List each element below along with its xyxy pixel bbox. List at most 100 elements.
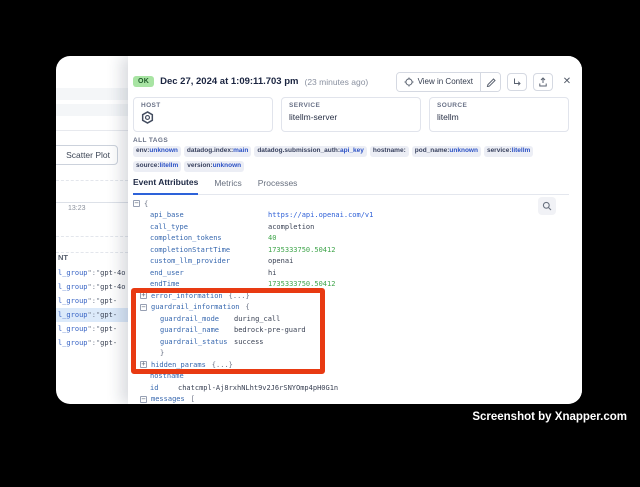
attribute-key[interactable]: end_user <box>150 269 262 277</box>
event-list-item[interactable]: l_group":"gpt- <box>56 308 128 322</box>
time-axis-tick: 13:23 <box>68 205 86 212</box>
attribute-row: −{ <box>133 198 554 210</box>
event-separator: ":" <box>88 269 101 277</box>
attribute-row: end_userhi <box>133 267 554 279</box>
toggle-minus-icon[interactable]: − <box>133 200 140 207</box>
panel-header: OK Dec 27, 2024 at 1:09:11.703 pm (23 mi… <box>133 72 575 91</box>
attribute-key[interactable]: guardrail_name <box>160 326 228 334</box>
event-value: gpt- <box>100 339 117 347</box>
attribute-key[interactable]: id <box>150 384 172 392</box>
tag-key: pod_name: <box>415 147 450 154</box>
attribute-value: 40 <box>268 234 276 242</box>
tag-value: main <box>233 147 248 154</box>
attribute-key[interactable]: completionStartTime <box>150 246 262 254</box>
attribute-key[interactable]: hostname <box>150 372 184 380</box>
event-value: gpt- <box>100 325 117 333</box>
attribute-row: } <box>133 348 554 360</box>
tag-list: env:unknowndatadog.index:maindatadog.sub… <box>133 146 576 172</box>
tag-value: unknown <box>449 147 478 154</box>
attribute-key[interactable]: hidden_params <box>151 361 206 369</box>
event-key: l_group <box>58 311 88 319</box>
pencil-icon <box>486 77 496 87</box>
attribute-row: −guardrail_information{ <box>133 302 554 314</box>
scatter-plot-button[interactable]: Scatter Plot <box>56 145 118 165</box>
tab-processes[interactable]: Processes <box>258 178 298 194</box>
view-in-context-label: View in Context <box>418 77 473 86</box>
app-window: Scatter Plot 13:23 NT l_group":"gpt-4ol_… <box>56 56 582 404</box>
tag-pill[interactable]: source:litellm <box>133 161 181 172</box>
attribute-row: +hidden_params{...} <box>133 359 554 371</box>
source-label: SOURCE <box>437 102 561 109</box>
service-label: SERVICE <box>289 102 413 109</box>
attribute-value: {...} <box>229 292 250 300</box>
attribute-row: endTime 1735333750.50412 <box>133 279 554 291</box>
tab-event-attributes[interactable]: Event Attributes <box>133 177 198 195</box>
toggle-plus-icon[interactable]: + <box>140 361 147 368</box>
tag-pill[interactable]: version:unknown <box>184 161 244 172</box>
attribute-key[interactable]: api_base <box>150 211 262 219</box>
events-column-header: NT <box>58 253 70 262</box>
attribute-row: idchatcmpl-Aj8rxhNLht9v2J6rSNYOmp4pH0G1n <box>133 382 554 394</box>
attribute-key[interactable]: guardrail_information <box>151 303 240 311</box>
attribute-key[interactable]: messages <box>151 395 185 403</box>
event-value: gpt-4o <box>100 269 125 277</box>
tab-metrics[interactable]: Metrics <box>214 178 241 194</box>
toggle-minus-icon[interactable]: − <box>140 396 147 403</box>
attribute-row: + error_information {...} <box>133 290 554 302</box>
tag-pill[interactable]: pod_name:unknown <box>412 146 481 157</box>
attribute-key[interactable]: completion_tokens <box>150 234 262 242</box>
event-value: gpt-4o <box>100 283 125 291</box>
attribute-key[interactable]: custom_llm_provider <box>150 257 262 265</box>
export-icon <box>538 77 548 87</box>
attribute-row: guardrail_modeduring_call <box>133 313 554 325</box>
attribute-row: completion_tokens 40 <box>133 233 554 245</box>
attribute-value[interactable]: https://api.openai.com/v1 <box>268 211 373 219</box>
attribute-key[interactable]: guardrail_mode <box>160 315 228 323</box>
event-separator: ":" <box>88 339 101 347</box>
event-value: gpt- <box>100 297 117 305</box>
service-value: litellm-server <box>289 112 413 122</box>
tag-pill[interactable]: datadog.index:main <box>184 146 251 157</box>
attribute-value: 1735333750.50412 <box>268 246 335 254</box>
event-list-item[interactable]: l_group":"gpt-4o <box>56 280 128 294</box>
attribute-value: { <box>144 200 148 208</box>
tag-value: unknown <box>149 147 178 154</box>
export-button[interactable] <box>533 73 553 91</box>
event-list: l_group":"gpt-4ol_group":"gpt-4ol_group"… <box>56 266 128 350</box>
attribute-value: acompletion <box>268 223 314 231</box>
attribute-row: guardrail_statussuccess <box>133 336 554 348</box>
gridline <box>56 180 128 181</box>
tag-value: api_key <box>340 147 364 154</box>
event-key: l_group <box>58 269 88 277</box>
event-list-item[interactable]: l_group":"gpt-4o <box>56 266 128 280</box>
tag-pill[interactable]: datadog.submission_auth:api_key <box>254 146 367 157</box>
host-hexagon-icon <box>141 111 265 124</box>
close-icon[interactable]: ✕ <box>559 76 575 87</box>
time-ago: (23 minutes ago) <box>304 77 368 87</box>
attribute-value: 1735333750.50412 <box>268 280 335 288</box>
event-timestamp: Dec 27, 2024 at 1:09:11.703 pm <box>160 76 298 87</box>
attribute-row: custom_llm_provideropenai <box>133 256 554 268</box>
attribute-key[interactable]: guardrail_status <box>160 338 228 346</box>
view-in-context-button[interactable]: View in Context <box>397 73 480 91</box>
event-list-item[interactable]: l_group":"gpt- <box>56 322 128 336</box>
tag-pill[interactable]: env:unknown <box>133 146 181 157</box>
edit-button[interactable] <box>481 73 500 91</box>
divider <box>56 130 128 131</box>
tab-bar: Event Attributes Metrics Processes <box>133 172 569 195</box>
tag-pill[interactable]: service:litellm <box>484 146 533 157</box>
event-list-item[interactable]: l_group":"gpt- <box>56 336 128 350</box>
search-button[interactable] <box>538 197 556 215</box>
tag-key: version: <box>187 162 212 169</box>
status-badge: OK <box>133 76 154 87</box>
related-logs-button[interactable] <box>507 73 527 91</box>
source-box: SOURCE litellm <box>429 97 569 132</box>
toggle-plus-icon[interactable]: + <box>140 292 147 299</box>
attribute-key[interactable]: call_type <box>150 223 262 231</box>
event-list-item[interactable]: l_group":"gpt- <box>56 294 128 308</box>
tag-pill[interactable]: hostname: <box>370 146 409 157</box>
attribute-key[interactable]: error_information <box>151 292 223 300</box>
service-box: SERVICE litellm-server <box>281 97 421 132</box>
toggle-minus-icon[interactable]: − <box>140 304 147 311</box>
attribute-key[interactable]: endTime <box>150 280 262 288</box>
